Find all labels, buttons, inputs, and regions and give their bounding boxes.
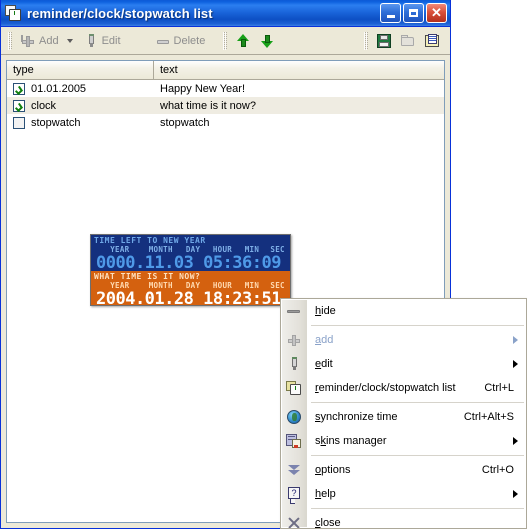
toolbar: Add Edit Delete	[1, 27, 450, 55]
print-button[interactable]	[420, 30, 444, 52]
column-header-text[interactable]: text	[154, 61, 444, 79]
delete-button[interactable]: Delete	[151, 30, 210, 52]
table-row[interactable]: stopwatch stopwatch	[7, 114, 444, 131]
submenu-arrow-icon	[513, 336, 518, 344]
cell-text: Happy New Year!	[160, 82, 245, 95]
globe-icon	[286, 409, 302, 425]
add-button-label: Add	[39, 34, 59, 47]
minus-icon	[155, 33, 171, 49]
menu-item-shortcut: Ctrl+Alt+S	[463, 411, 514, 423]
screen: reminder/clock/stopwatch list ✕ Add Edit…	[0, 0, 527, 529]
edit-button[interactable]: Edit	[79, 30, 125, 52]
arrow-down-icon	[259, 33, 275, 49]
cell-type-label: stopwatch	[31, 116, 81, 129]
checkbox-checked-icon[interactable]	[13, 99, 25, 112]
submenu-arrow-icon	[513, 490, 518, 498]
current-time-digits: 2004.01.28 18:23:51	[96, 289, 281, 306]
menu-item-label: hide	[315, 305, 336, 317]
countdown-title: TIME LEFT TO NEW YEAR	[94, 236, 206, 245]
toolbar-grip[interactable]	[8, 31, 12, 50]
chevrons-icon	[286, 462, 302, 478]
add-dropdown-icon[interactable]	[66, 38, 73, 43]
floppy-save-icon	[376, 33, 392, 49]
clock-panel-current: WHAT TIME IS IT NOW? YEAR MONTH DAY HOUR…	[91, 271, 290, 306]
menu-item-label: add	[315, 334, 334, 346]
clock-widget[interactable]: TIME LEFT TO NEW YEAR YEAR MONTH DAY HOU…	[90, 234, 291, 306]
checkbox-checked-icon[interactable]	[13, 82, 25, 95]
menu-item-hide[interactable]: hide	[281, 299, 526, 323]
menu-item-label: help	[315, 488, 336, 500]
open-button[interactable]	[396, 30, 420, 52]
menu-item-shortcut: Ctrl+O	[481, 464, 514, 476]
skins-icon	[286, 433, 302, 449]
move-up-button[interactable]	[231, 30, 255, 52]
toolbar-separator-2	[364, 31, 368, 50]
cell-type-label: 01.01.2005	[31, 82, 87, 95]
countdown-digits: 0000.11.03 05:36:09	[96, 253, 281, 273]
menu-item-edit[interactable]: edit	[281, 352, 526, 376]
print-icon	[424, 33, 440, 49]
menu-item-label: options	[315, 464, 351, 476]
clock-list-icon	[5, 4, 22, 22]
submenu-arrow-icon	[513, 437, 518, 445]
toolbar-right-group	[360, 30, 450, 52]
pencil-icon	[83, 33, 99, 49]
folder-open-icon	[400, 33, 416, 49]
close-button[interactable]: ✕	[426, 3, 447, 23]
menu-item-label: close	[315, 517, 341, 529]
pencil-icon	[286, 356, 302, 372]
menu-item-add[interactable]: add	[281, 328, 526, 352]
cell-type: stopwatch	[7, 116, 154, 129]
question-icon: ?	[286, 486, 302, 504]
menu-item-synchronize-time[interactable]: synchronize time Ctrl+Alt+S	[281, 405, 526, 429]
move-down-button[interactable]	[255, 30, 279, 52]
menu-item-options[interactable]: options Ctrl+O	[281, 458, 526, 482]
close-icon: ✕	[431, 5, 442, 20]
list-header: type text	[7, 61, 444, 80]
current-time-title: WHAT TIME IS IT NOW?	[94, 272, 201, 281]
maximize-button[interactable]	[403, 3, 424, 23]
column-header-type[interactable]: type	[7, 61, 154, 79]
menu-item-reminder-clock-stopwatch-list[interactable]: reminder/clock/stopwatch list Ctrl+L	[281, 376, 526, 400]
menu-item-help[interactable]: ? help	[281, 482, 526, 506]
cell-text: stopwatch	[160, 116, 210, 129]
menu-item-skins-manager[interactable]: skins manager	[281, 429, 526, 453]
clock-panel-countdown: TIME LEFT TO NEW YEAR YEAR MONTH DAY HOU…	[91, 235, 290, 273]
arrow-up-icon	[235, 33, 251, 49]
cell-type: 01.01.2005	[7, 82, 154, 95]
submenu-arrow-icon	[513, 360, 518, 368]
context-menu-items: hide add edit reminder/clock/stopwatch list…	[281, 299, 526, 529]
cell-text: what time is it now?	[160, 99, 256, 112]
minimize-icon	[386, 15, 395, 18]
minus-icon	[286, 303, 302, 319]
minimize-button[interactable]	[380, 3, 401, 23]
menu-item-label: skins manager	[315, 435, 387, 447]
menu-item-close[interactable]: close	[281, 511, 526, 529]
cell-type: clock	[7, 99, 154, 112]
table-row[interactable]: 01.01.2005 Happy New Year!	[7, 80, 444, 97]
delete-button-label: Delete	[173, 34, 206, 47]
menu-item-label: edit	[315, 358, 333, 370]
add-button[interactable]: Add	[16, 30, 63, 52]
checkbox-unchecked-icon[interactable]	[13, 116, 25, 129]
plus-icon	[286, 332, 302, 348]
plus-icon	[20, 33, 36, 49]
cell-type-label: clock	[31, 99, 57, 112]
close-x-icon	[286, 515, 302, 528]
menu-item-label: reminder/clock/stopwatch list	[315, 382, 456, 394]
window-title: reminder/clock/stopwatch list	[27, 5, 213, 21]
edit-button-label: Edit	[101, 34, 121, 47]
save-button[interactable]	[372, 30, 396, 52]
menu-item-shortcut: Ctrl+L	[484, 382, 514, 394]
toolbar-separator-1	[223, 31, 228, 50]
table-row[interactable]: clock what time is it now?	[7, 97, 444, 114]
title-bar[interactable]: reminder/clock/stopwatch list ✕	[1, 0, 450, 27]
context-menu[interactable]: hide add edit reminder/clock/stopwatch list…	[280, 298, 527, 529]
maximize-icon	[409, 9, 418, 17]
list-rows: 01.01.2005 Happy New Year! clock what time …	[7, 80, 444, 131]
caption-buttons: ✕	[380, 3, 447, 23]
clock-list-icon	[286, 380, 302, 396]
menu-item-label: synchronize time	[315, 411, 398, 423]
